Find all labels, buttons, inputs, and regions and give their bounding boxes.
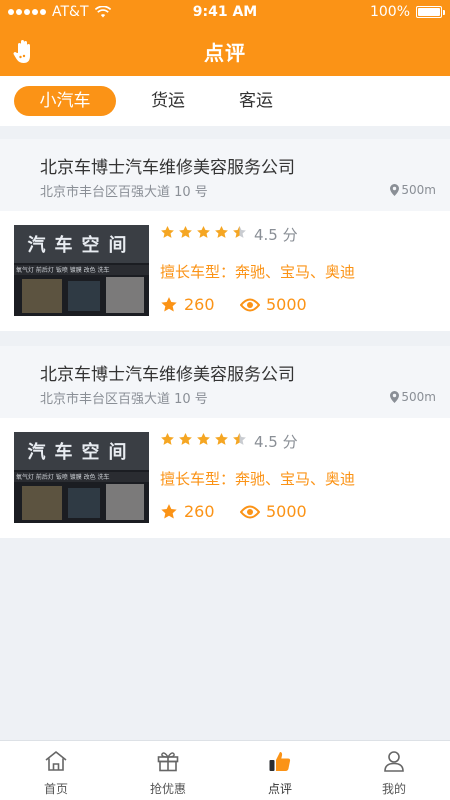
location-pin-icon (390, 184, 400, 196)
favorites-value: 260 (184, 295, 215, 314)
tabbar-home-label: 首页 (43, 782, 68, 796)
thumbs-up-icon (269, 752, 291, 771)
tabbar-profile[interactable]: 我的 (338, 741, 450, 800)
shop-card-body[interactable]: 汽车空间 氧气灯 前后灯 钣喷 镀膜 改色 洗车 4.5 分 擅长车型：奔驰、宝… (0, 211, 450, 331)
star-filled-icon (179, 225, 192, 238)
rating-stars (160, 225, 247, 240)
tabbar-reviews-label: 点评 (267, 782, 292, 796)
shop-photo-strip: 氧气灯 前后灯 钣喷 镀膜 改色 洗车 (16, 267, 110, 274)
star-filled-icon (179, 432, 192, 445)
star-filled-icon (215, 225, 228, 238)
star-filled-icon (197, 432, 210, 445)
shop-photo-sign: 汽车空间 (27, 442, 136, 463)
views-count: 5000 (240, 502, 307, 521)
eye-icon (240, 505, 260, 518)
shop-address: 北京市丰台区百强大道 10 号 (40, 185, 208, 200)
star-icon (161, 503, 177, 518)
shop-photo: 汽车空间 氧气灯 前后灯 钣喷 镀膜 改色 洗车 (14, 225, 149, 316)
shop-distance: 500m (390, 390, 436, 404)
shop-name: 北京车博士汽车维修美容服务公司 (40, 158, 295, 178)
views-value: 5000 (266, 502, 307, 521)
star-filled-icon (215, 432, 228, 445)
battery-percent: 100% (369, 4, 410, 20)
rating-score: 4.5 分 (254, 226, 298, 244)
tabbar-profile-label: 我的 (381, 782, 406, 796)
gift-icon (157, 752, 179, 772)
distance-value: 500m (401, 390, 436, 404)
battery-icon (416, 6, 445, 18)
page-title: 点评 (204, 41, 246, 65)
star-filled-icon (197, 225, 210, 238)
shop-photo-sign: 汽车空间 (27, 235, 136, 256)
tab-car[interactable]: 小汽车 (14, 86, 116, 116)
rating-stars (160, 432, 247, 447)
views-count: 5000 (240, 295, 307, 314)
shop-address: 北京市丰台区百强大道 10 号 (40, 392, 208, 407)
shop-photo: 汽车空间 氧气灯 前后灯 钣喷 镀膜 改色 洗车 (14, 432, 149, 523)
tabbar-deals-label: 抢优惠 (149, 782, 186, 796)
rating-score: 4.5 分 (254, 433, 298, 451)
shop-card-header[interactable]: 北京车博士汽车维修美容服务公司 北京市丰台区百强大道 10 号 500m (0, 346, 450, 418)
specialty-models: 擅长车型：奔驰、宝马、奥迪 (160, 263, 356, 281)
location-pin-icon (390, 391, 400, 403)
bottom-tab-bar: 首页 抢优惠 点评 我的 (0, 740, 450, 800)
specialty-models: 擅长车型：奔驰、宝马、奥迪 (160, 470, 356, 488)
star-icon (161, 296, 177, 311)
star-filled-icon (161, 432, 174, 445)
star-half-icon (233, 432, 246, 445)
eye-icon (240, 298, 260, 311)
user-icon (384, 751, 404, 772)
shop-card-header[interactable]: 北京车博士汽车维修美容服务公司 北京市丰台区百强大道 10 号 500m (0, 139, 450, 211)
tabbar-reviews[interactable]: 点评 (224, 741, 336, 800)
tab-passenger[interactable]: 客运 (224, 86, 288, 116)
tabbar-deals[interactable]: 抢优惠 (112, 741, 224, 800)
star-filled-icon (161, 225, 174, 238)
home-icon (45, 751, 67, 771)
tabbar-home[interactable]: 首页 (0, 741, 112, 800)
status-bar: AT&T 9:41 AM 100% (0, 0, 450, 24)
category-tabs: 小汽车 货运 客运 (0, 76, 450, 126)
shop-photo-strip: 氧气灯 前后灯 钣喷 镀膜 改色 洗车 (16, 474, 110, 481)
shop-distance: 500m (390, 183, 436, 197)
views-value: 5000 (266, 295, 307, 314)
favorites-count[interactable]: 260 (160, 295, 215, 314)
shop-name: 北京车博士汽车维修美容服务公司 (40, 365, 295, 385)
distance-value: 500m (401, 183, 436, 197)
app-header: AT&T 9:41 AM 100% 点评 (0, 0, 450, 76)
favorites-count[interactable]: 260 (160, 502, 215, 521)
battery-info: 100% (369, 4, 445, 20)
favorites-value: 260 (184, 502, 215, 521)
star-half-icon (233, 225, 246, 238)
tab-freight[interactable]: 货运 (136, 86, 200, 116)
shop-card-body[interactable]: 汽车空间 氧气灯 前后灯 钣喷 镀膜 改色 洗车 4.5 分 擅长车型：奔驰、宝… (0, 418, 450, 538)
